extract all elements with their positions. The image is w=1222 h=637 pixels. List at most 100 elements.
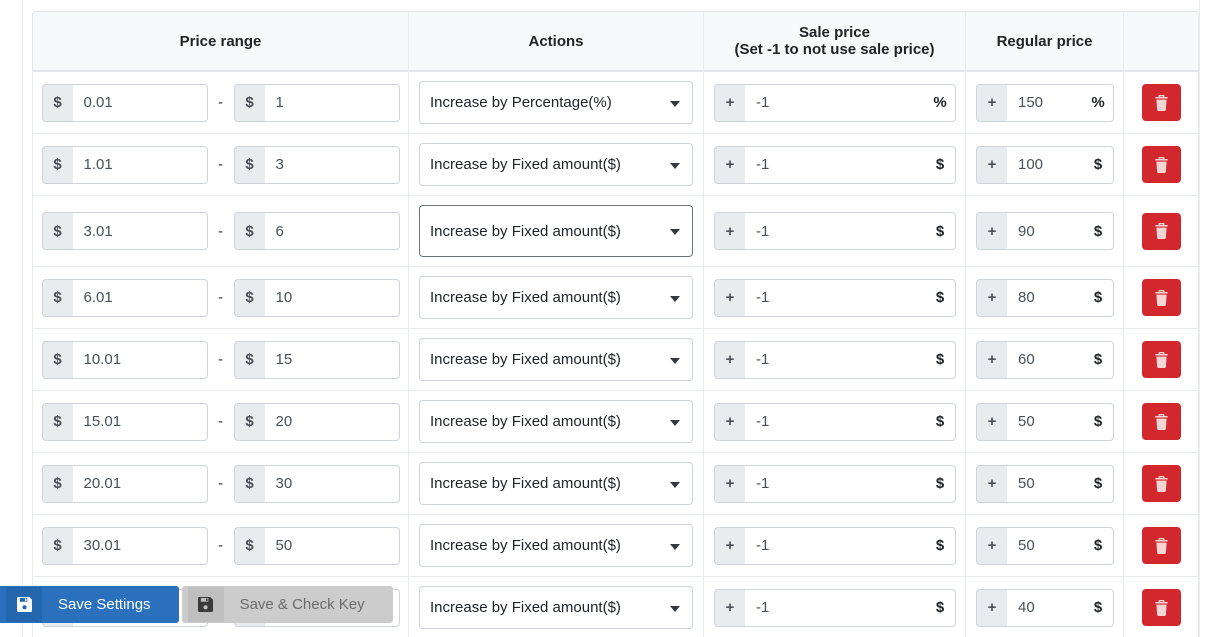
cell-regular-price: +% [966, 72, 1124, 134]
regular-price-wrapper: +$ [976, 464, 1114, 503]
price-range-min-input[interactable] [72, 526, 208, 565]
sale-price-input[interactable] [745, 588, 925, 627]
regular-price-input[interactable] [1007, 464, 1083, 503]
regular-price-input[interactable] [1007, 588, 1083, 627]
regular-unit-label: $ [1083, 278, 1114, 317]
cell-regular-price: +$ [966, 267, 1124, 329]
action-select[interactable]: Increase by Fixed amount($) [419, 524, 693, 567]
cell-regular-price: +$ [966, 515, 1124, 577]
chevron-down-icon [670, 419, 680, 426]
delete-row-button[interactable] [1141, 341, 1181, 378]
dollar-icon: $ [41, 464, 73, 503]
sale-price-wrapper: +$ [714, 340, 956, 379]
delete-row-button[interactable] [1141, 403, 1181, 440]
sale-price-input[interactable] [745, 83, 925, 122]
action-select[interactable]: Increase by Fixed amount($) [419, 462, 693, 505]
sale-price-wrapper: +$ [714, 402, 956, 441]
regular-price-input[interactable] [1007, 526, 1083, 565]
price-range-max-input[interactable] [264, 464, 400, 503]
price-range-min-input[interactable] [72, 402, 208, 441]
regular-price-input[interactable] [1007, 340, 1083, 379]
dollar-icon: $ [233, 402, 265, 441]
regular-price-wrapper: +$ [976, 278, 1114, 317]
sale-price-input[interactable] [745, 278, 925, 317]
header-sale-price: Sale price (Set -1 to not use sale price… [704, 11, 966, 72]
price-range-max-input[interactable] [264, 83, 400, 122]
regular-price-input[interactable] [1007, 145, 1083, 184]
cell-delete [1124, 134, 1199, 196]
price-range-min-input[interactable] [72, 278, 208, 317]
price-range-max-input[interactable] [264, 145, 400, 184]
price-range-min-input[interactable] [72, 145, 208, 184]
action-select-value: Increase by Fixed amount($) [430, 289, 621, 306]
cell-delete [1124, 267, 1199, 329]
price-range-max-input[interactable] [264, 212, 400, 250]
table-row: $-$Increase by Fixed amount($)+$+$ [32, 134, 1199, 196]
regular-price-group: +$ [976, 340, 1114, 379]
action-select-wrapper: Increase by Fixed amount($) [419, 338, 693, 381]
sale-unit-label: % [925, 83, 956, 122]
save-check-key-label: Save & Check Key [239, 596, 365, 613]
sale-unit-label: $ [925, 340, 956, 379]
action-select[interactable]: Increase by Fixed amount($) [419, 205, 693, 257]
sale-unit-label: $ [925, 278, 956, 317]
price-range-group: $-$ [41, 83, 400, 122]
sale-price-input[interactable] [745, 145, 925, 184]
action-select[interactable]: Increase by Percentage(%) [419, 81, 693, 124]
save-check-key-button[interactable]: Save & Check Key [181, 586, 393, 623]
sale-price-input[interactable] [745, 212, 925, 250]
save-settings-button[interactable]: Save Settings [0, 586, 179, 623]
regular-unit-label: $ [1083, 402, 1114, 441]
cell-sale-price: +$ [704, 577, 966, 637]
trash-icon [1154, 537, 1169, 554]
table-row: $-$Increase by Fixed amount($)+$+$ [32, 391, 1199, 453]
regular-unit-label: $ [1083, 588, 1114, 627]
price-range-max-input[interactable] [264, 340, 400, 379]
chevron-down-icon [670, 100, 680, 107]
regular-price-input[interactable] [1007, 83, 1083, 122]
regular-price-group: +$ [976, 145, 1114, 184]
delete-row-button[interactable] [1141, 465, 1181, 502]
sale-price-input[interactable] [745, 526, 925, 565]
sale-price-wrapper: +$ [714, 212, 956, 250]
sale-price-input[interactable] [745, 464, 925, 503]
delete-row-button[interactable] [1141, 84, 1181, 121]
cell-delete [1124, 329, 1199, 391]
plus-icon: + [976, 340, 1007, 379]
sale-price-wrapper: +$ [714, 464, 956, 503]
cell-sale-price: +$ [704, 134, 966, 196]
price-range-max-group: $ [233, 145, 400, 184]
regular-price-input[interactable] [1007, 212, 1083, 250]
price-range-min-input[interactable] [72, 212, 208, 250]
dollar-icon: $ [41, 402, 73, 441]
price-range-separator: - [218, 475, 223, 492]
header-delete [1124, 11, 1199, 72]
price-range-min-input[interactable] [72, 340, 208, 379]
price-range-min-input[interactable] [72, 464, 208, 503]
sale-price-wrapper: +$ [714, 145, 956, 184]
regular-price-input[interactable] [1007, 278, 1083, 317]
action-select-wrapper: Increase by Fixed amount($) [419, 586, 693, 629]
delete-row-button[interactable] [1141, 589, 1181, 626]
action-select[interactable]: Increase by Fixed amount($) [419, 338, 693, 381]
delete-row-button[interactable] [1141, 212, 1181, 250]
action-select[interactable]: Increase by Fixed amount($) [419, 400, 693, 443]
sale-price-group: +$ [714, 278, 956, 317]
sale-price-wrapper: +$ [714, 278, 956, 317]
sale-price-input[interactable] [745, 340, 925, 379]
cell-price-range: $-$ [32, 515, 409, 577]
delete-row-button[interactable] [1141, 146, 1181, 183]
price-range-min-input[interactable] [72, 83, 208, 122]
delete-row-button[interactable] [1141, 279, 1181, 316]
price-range-max-input[interactable] [264, 278, 400, 317]
sale-price-input[interactable] [745, 402, 925, 441]
price-range-max-input[interactable] [264, 526, 400, 565]
price-range-max-input[interactable] [264, 402, 400, 441]
delete-row-button[interactable] [1141, 527, 1181, 564]
cell-actions: Increase by Fixed amount($) [409, 267, 704, 329]
header-actions-label: Actions [528, 32, 584, 50]
regular-price-input[interactable] [1007, 402, 1083, 441]
action-select[interactable]: Increase by Fixed amount($) [419, 276, 693, 319]
action-select[interactable]: Increase by Fixed amount($) [419, 143, 693, 186]
action-select[interactable]: Increase by Fixed amount($) [419, 586, 693, 629]
